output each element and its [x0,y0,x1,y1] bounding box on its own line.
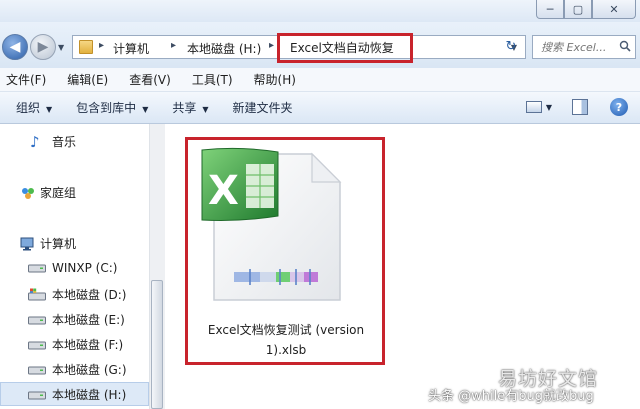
refresh-icon: ↻ [505,39,517,54]
file-name-label[interactable]: Excel文档恢复测试 (version 1).xlsb [198,320,374,360]
search-box[interactable] [532,35,636,59]
menu-bar: 文件(F) 编辑(E) 查看(V) 工具(T) 帮助(H) [0,68,640,92]
breadcrumb-separator[interactable]: ▸ [269,40,274,51]
nav-item-drive-g[interactable]: 本地磁盘 (G:) [28,361,127,378]
menu-edit[interactable]: 编辑(E) [67,71,108,88]
nav-label: WINXP (C:) [52,261,118,275]
preview-pane-icon[interactable] [572,99,588,115]
homegroup-icon [22,187,34,199]
drive-icon [28,341,46,349]
menu-file[interactable]: 文件(F) [6,71,46,88]
nav-label: 本地磁盘 (H:) [52,388,127,402]
minimize-button[interactable]: ─ [536,0,564,19]
back-button[interactable]: ◀ [2,34,28,60]
include-library-label: 包含到库中 [76,101,137,115]
view-options-dropdown[interactable]: ▼ [546,103,552,112]
nav-label: 音乐 [52,135,77,149]
organize-label: 组织 [16,101,41,115]
view-controls: ▼ ? [525,98,628,116]
address-bar[interactable]: ▸ 计算机 ▸ 本地磁盘 (H:) ▸ Excel文档自动恢复 ▼ [72,33,526,63]
nav-item-homegroup[interactable]: 家庭组 [20,184,76,201]
drive-icon [28,316,46,324]
search-icon [619,40,631,52]
chevron-down-icon: ▼ [142,105,149,114]
refresh-button[interactable]: ↻ [500,39,522,57]
nav-label: 家庭组 [40,186,77,200]
drive-icon [28,366,46,374]
scrollbar-thumb[interactable] [151,280,163,409]
chevron-down-icon: ▼ [202,105,209,114]
maximize-button[interactable]: ▢ [564,0,592,19]
nav-item-drive-h[interactable]: 本地磁盘 (H:) [28,386,126,403]
breadcrumb-separator[interactable]: ▸ [171,40,176,51]
breadcrumb-current-folder[interactable]: Excel文档自动恢复 [277,33,413,63]
menu-view[interactable]: 查看(V) [129,71,171,88]
share-label: 共享 [172,101,197,115]
arrow-left-icon: ◀ [9,39,21,55]
recent-pages-dropdown[interactable]: ▼ [58,43,64,52]
search-input[interactable] [533,36,617,58]
folder-icon [79,40,93,54]
command-bar: 组织 ▼ 包含到库中 ▼ 共享 ▼ 新建文件夹 ▼ ? [0,92,640,124]
breadcrumb-computer[interactable]: 计算机 [113,40,149,57]
nav-label: 本地磁盘 (E:) [52,313,125,327]
nav-item-drive-d[interactable]: 本地磁盘 (D:) [28,286,126,303]
nav-label: 本地磁盘 (G:) [52,363,127,377]
drive-icon [28,391,46,399]
forward-button[interactable]: ▶ [30,34,56,60]
new-folder-button[interactable]: 新建文件夹 [233,99,293,116]
include-in-library-button[interactable]: 包含到库中 ▼ [76,99,148,116]
computer-icon [20,237,34,250]
address-row: ◀ ▶ ▼ ▸ 计算机 ▸ 本地磁盘 (H:) ▸ Excel文档自动恢复 ▼ … [0,22,640,68]
title-bar: ─ ▢ ✕ [0,0,640,22]
watermark-site: 易坊好文馆 [498,368,599,390]
excel-binary-workbook-icon[interactable]: X [200,146,348,304]
nav-item-drive-e[interactable]: 本地磁盘 (E:) [28,311,125,328]
window-controls: ─ ▢ ✕ [536,0,636,19]
drive-icon [28,264,46,273]
nav-label: 本地磁盘 (F:) [52,338,124,352]
menu-help[interactable]: 帮助(H) [254,71,296,88]
svg-text:X: X [208,168,239,214]
file-name-line-2: 1).xlsb [265,343,307,357]
nav-label: 计算机 [40,237,77,251]
share-button[interactable]: 共享 ▼ [172,99,208,116]
music-note-icon: ♪ [30,132,40,151]
change-view-icon[interactable] [525,101,542,113]
arrow-right-icon: ▶ [37,39,49,55]
nav-item-drive-c[interactable]: WINXP (C:) [28,261,117,275]
nav-item-drive-f[interactable]: 本地磁盘 (F:) [28,336,123,353]
menu-tools[interactable]: 工具(T) [192,71,233,88]
nav-label: 本地磁盘 (D:) [52,288,127,302]
help-icon[interactable]: ? [610,98,628,116]
nav-item-computer[interactable]: 计算机 [20,235,76,252]
nav-item-music[interactable]: ♪ 音乐 [30,133,76,150]
file-name-line-1: Excel文档恢复测试 (version [207,323,365,337]
chevron-down-icon: ▼ [46,105,53,114]
breadcrumb-separator[interactable]: ▸ [99,40,104,51]
breadcrumb-drive-h[interactable]: 本地磁盘 (H:) [187,40,261,57]
close-button[interactable]: ✕ [592,0,636,19]
organize-button[interactable]: 组织 ▼ [16,99,52,116]
system-drive-icon [28,288,46,300]
